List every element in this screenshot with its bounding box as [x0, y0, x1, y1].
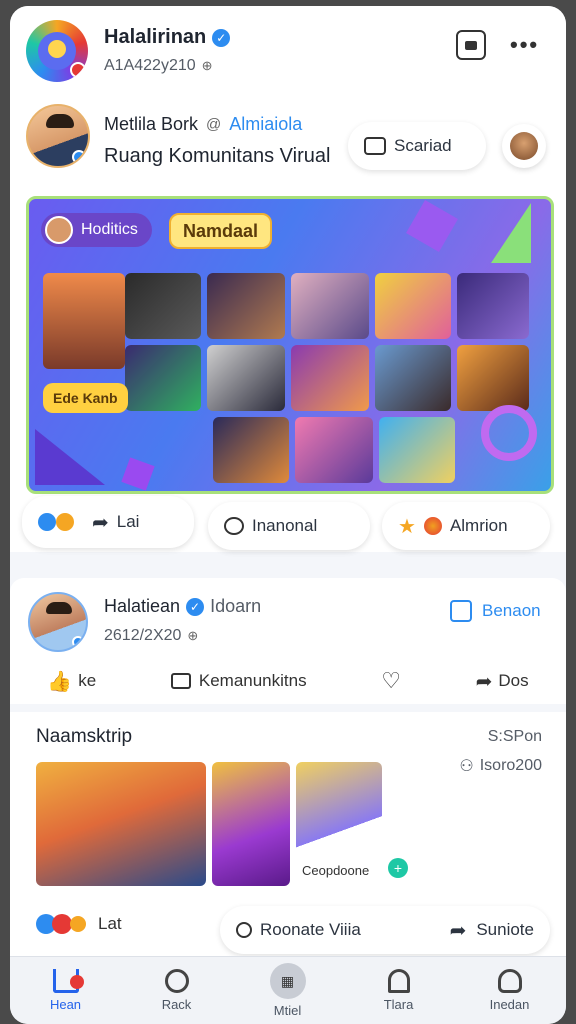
- share-arrow-icon: ➦: [475, 670, 493, 693]
- nav-badge-icon: [70, 975, 84, 989]
- post3-add-icon[interactable]: +: [388, 858, 408, 878]
- page-title: Halalirinan: [104, 26, 207, 48]
- banner-thumb-12[interactable]: [213, 417, 289, 483]
- banner-shape-gem: [121, 457, 155, 491]
- image-icon: [465, 40, 477, 50]
- post2-heart-button[interactable]: ♡: [381, 668, 401, 694]
- post3-title: Naamsktrip: [36, 726, 133, 747]
- banner-thumb-8[interactable]: [207, 345, 285, 411]
- banner-thumb-9[interactable]: [291, 345, 369, 411]
- verified-icon: ✓: [186, 597, 205, 616]
- verified-icon: ✓: [212, 28, 231, 47]
- globe-icon: ⊕: [201, 58, 213, 73]
- online-badge-icon: [72, 150, 86, 164]
- people-icon: ⚇: [459, 758, 474, 775]
- nav-alerts[interactable]: Tlara: [343, 969, 454, 1012]
- post1-reaction-button[interactable]: ➦ Lai: [22, 496, 194, 548]
- more-options-icon[interactable]: •••: [510, 34, 539, 56]
- post2-like-button[interactable]: 👍 ke: [47, 669, 96, 694]
- page-header: Halalirinan ✓ A1A422y210 ⊕ •••: [10, 6, 566, 92]
- post1-award-button[interactable]: ★ Almrion: [382, 502, 550, 550]
- banner-shape-ring: [481, 405, 537, 461]
- person-icon: [497, 969, 522, 993]
- bell-icon: [387, 969, 410, 993]
- banner-badge-2: Namdaal: [169, 213, 273, 249]
- comment-icon: [224, 517, 244, 535]
- banner-thumb-14[interactable]: [379, 417, 455, 483]
- online-badge-icon: [72, 636, 84, 648]
- post1-author-avatar[interactable]: [26, 104, 90, 168]
- post-card-1: Metlila Bork @ Almiaiola Ruang Komunitan…: [10, 92, 566, 552]
- thumbs-up-icon: 👍: [47, 670, 73, 693]
- banner-thumb-5[interactable]: [375, 273, 451, 339]
- banner-thumb-group[interactable]: [43, 273, 125, 369]
- banner-badge-3: Ede Kanb: [43, 383, 128, 413]
- banner-shape-triangle: [35, 429, 105, 485]
- phone-screen: Halalirinan ✓ A1A422y210 ⊕ ••• Metlila B…: [10, 6, 566, 1024]
- add-icon: [450, 600, 472, 622]
- share-arrow-icon: ➦: [92, 511, 109, 534]
- globe-icon: ⊕: [187, 628, 199, 643]
- flower-reaction-icon: [70, 916, 86, 932]
- bottom-navigation: Hean Rack ▦ Mtiel Tlara Inedan: [10, 956, 566, 1024]
- post2-author-avatar[interactable]: [28, 592, 88, 652]
- notification-dot-icon: [70, 62, 86, 78]
- banner-shape-green: [491, 203, 531, 263]
- page-subtitle: A1A422y210: [104, 57, 196, 74]
- search-icon: [236, 922, 252, 938]
- post2-date: 2612/2X20: [104, 627, 182, 644]
- search-icon: [164, 969, 189, 993]
- banner-badge-1: Hoditics: [41, 213, 152, 247]
- post1-banner-image[interactable]: Hoditics Namdaal Ede Kanb: [26, 196, 554, 494]
- post2-handle[interactable]: Idoarn: [210, 596, 261, 617]
- banner-thumb-6[interactable]: [457, 273, 529, 339]
- post-card-2: Halatiean ✓ Idoarn 2612/2X20 ⊕ Benaon 👍 …: [10, 578, 566, 704]
- post1-action-button[interactable]: Scariad: [348, 122, 486, 170]
- banner-thumb-10[interactable]: [375, 345, 451, 411]
- banner-thumb-7[interactable]: [125, 345, 201, 411]
- post3-thumb-2[interactable]: [212, 762, 290, 886]
- post2-author-name[interactable]: Halatiean: [104, 596, 180, 617]
- app-logo[interactable]: [26, 20, 88, 82]
- nav-search[interactable]: Rack: [121, 969, 232, 1012]
- banner-thumb-11[interactable]: [457, 345, 529, 411]
- at-icon: @: [206, 116, 222, 133]
- post2-action-button[interactable]: Benaon: [450, 600, 541, 622]
- post3-meta-1: S:SPon: [487, 728, 542, 745]
- post1-author-name[interactable]: Metlila Bork: [104, 114, 198, 135]
- laugh-reaction-icon: [56, 513, 74, 531]
- post3-comment-bar[interactable]: Roonate Viiia ➦ Suniote: [220, 906, 550, 954]
- image-button[interactable]: [456, 30, 486, 60]
- share-arrow-icon: ➦: [449, 919, 467, 942]
- post-card-3: Naamsktrip S:SPon ⚇ Isoro200 Ceopdoone +…: [10, 712, 566, 958]
- post3-thumb-3[interactable]: Ceopdoone: [296, 762, 382, 886]
- comment-box-icon: [170, 673, 191, 689]
- grid-icon: ▦: [269, 963, 306, 999]
- post2-comment-button[interactable]: Kemanunkitns: [170, 671, 307, 691]
- star-icon: ★: [398, 515, 416, 538]
- nav-home[interactable]: Hean: [10, 969, 121, 1012]
- nav-profile[interactable]: Inedan: [454, 969, 565, 1012]
- nav-menu[interactable]: ▦ Mtiel: [232, 963, 343, 1018]
- banner-thumb-3[interactable]: [207, 273, 285, 339]
- banner-thumb-4[interactable]: [291, 273, 369, 339]
- post3-thumb-1[interactable]: [36, 762, 206, 886]
- chat-icon: [364, 137, 386, 155]
- post3-reaction-button[interactable]: Lat: [36, 914, 122, 934]
- post1-friend-avatar[interactable]: [502, 124, 546, 168]
- banner-thumb-13[interactable]: [295, 417, 373, 483]
- banner-thumb-2[interactable]: [125, 273, 201, 339]
- badge-icon: [423, 517, 442, 535]
- post3-meta-2: Isoro200: [479, 757, 542, 774]
- post1-group-name[interactable]: Ruang Komunitans Virual: [104, 145, 330, 168]
- banner-shape-purple: [406, 200, 458, 252]
- post1-comment-button[interactable]: Inanonal: [208, 502, 370, 550]
- post1-handle[interactable]: Almiaiola: [229, 114, 302, 135]
- like-reaction-icon: [38, 513, 56, 531]
- love-reaction-icon: [52, 914, 72, 934]
- heart-icon: ♡: [381, 668, 401, 693]
- post2-share-button[interactable]: ➦ Dos: [476, 669, 529, 694]
